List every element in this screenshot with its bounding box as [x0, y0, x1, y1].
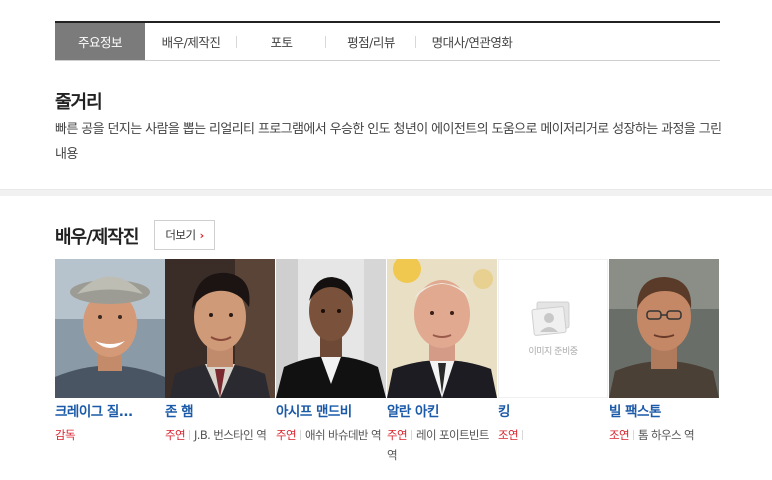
cast-name[interactable]: 알란 아킨 — [387, 402, 493, 422]
cast-item[interactable]: 아시프 맨드비 주연 애쉬 바슈데반 역 — [276, 259, 386, 445]
cast-name[interactable]: 아시프 맨드비 — [276, 402, 382, 422]
cast-kind: 주연 — [165, 428, 186, 442]
cast-kind: 주연 — [387, 428, 408, 442]
cast-photo[interactable] — [276, 259, 386, 398]
cast-name[interactable]: 존 햄 — [165, 402, 271, 422]
tab-main-info[interactable]: 주요정보 — [55, 23, 145, 60]
cast-role: 주연 J.B. 번스타인 역 — [165, 425, 273, 445]
tab-label: 주요정보 — [77, 35, 123, 50]
cast-kind: 감독 — [55, 428, 76, 442]
section-divider — [0, 189, 772, 196]
movie-detail-page: 주요정보 배우/제작진 포토 평점/리뷰 명대사/연관영화 줄거리 빠른 공을 … — [0, 0, 772, 480]
cast-section-title: 배우/제작진 — [55, 227, 139, 248]
cast-item[interactable]: 이미지 준비중 킹 조연 — [498, 259, 608, 445]
cast-item[interactable]: 크레이그 질... 감독 — [55, 259, 165, 445]
synopsis-title: 줄거리 — [55, 92, 103, 113]
cast-item[interactable]: 알란 아킨 주연 레이 포이트빈트 역 — [387, 259, 497, 465]
cast-name[interactable]: 크레이그 질... — [55, 402, 161, 422]
cast-role: 감독 — [55, 425, 163, 445]
tab-label: 명대사/연관영화 — [431, 35, 513, 50]
cast-list: 크레이그 질... 감독 존 햄 주연 J.B. 번스타인 역 아시프 맨드비 … — [55, 259, 720, 469]
cast-photo[interactable] — [55, 259, 165, 398]
role-separator — [521, 430, 523, 440]
tab-bar: 주요정보 배우/제작진 포토 평점/리뷰 명대사/연관영화 — [55, 21, 720, 61]
tab-photo[interactable]: 포토 — [237, 23, 326, 60]
tab-label: 평점/리뷰 — [347, 35, 395, 50]
cast-role: 조연 톰 하우스 역 — [609, 425, 717, 445]
role-separator — [410, 430, 412, 440]
synopsis-text: 빠른 공을 던지는 사람을 뽑는 리얼리티 프로그램에서 우승한 인도 청년이 … — [55, 122, 722, 162]
cast-character: J.B. 번스타인 역 — [193, 428, 267, 442]
cast-kind: 조연 — [609, 428, 630, 442]
cast-role: 주연 애쉬 바슈데반 역 — [276, 425, 384, 445]
cast-item[interactable]: 빌 팩스톤 조연 톰 하우스 역 — [609, 259, 719, 445]
cast-photo[interactable] — [609, 259, 719, 398]
tab-label: 포토 — [270, 35, 293, 50]
cast-photo-placeholder[interactable]: 이미지 준비중 — [498, 259, 608, 398]
cast-character: 애쉬 바슈데반 역 — [304, 428, 382, 442]
cast-name[interactable]: 빌 팩스톤 — [609, 402, 715, 422]
chevron-right-icon: › — [199, 228, 205, 242]
cast-photo[interactable] — [387, 259, 497, 398]
more-button[interactable]: 더보기 › — [154, 220, 215, 250]
image-placeholder-icon — [531, 301, 570, 336]
cast-role: 조연 — [498, 425, 606, 445]
cast-kind: 주연 — [276, 428, 297, 442]
tab-label: 배우/제작진 — [161, 35, 221, 50]
cast-name[interactable]: 킹 — [498, 402, 604, 422]
placeholder-text: 이미지 준비중 — [528, 347, 578, 357]
role-separator — [188, 430, 190, 440]
tab-quotes-related[interactable]: 명대사/연관영화 — [416, 23, 528, 60]
tab-rating-review[interactable]: 평점/리뷰 — [326, 23, 416, 60]
cast-item[interactable]: 존 햄 주연 J.B. 번스타인 역 — [165, 259, 275, 445]
role-separator — [299, 430, 301, 440]
cast-kind: 조연 — [498, 428, 519, 442]
cast-photo[interactable] — [165, 259, 275, 398]
cast-role: 주연 레이 포이트빈트 역 — [387, 425, 495, 465]
more-button-label: 더보기 — [165, 228, 196, 242]
role-separator — [632, 430, 634, 440]
cast-character: 톰 하우스 역 — [637, 428, 695, 442]
tab-cast-crew[interactable]: 배우/제작진 — [145, 23, 237, 60]
